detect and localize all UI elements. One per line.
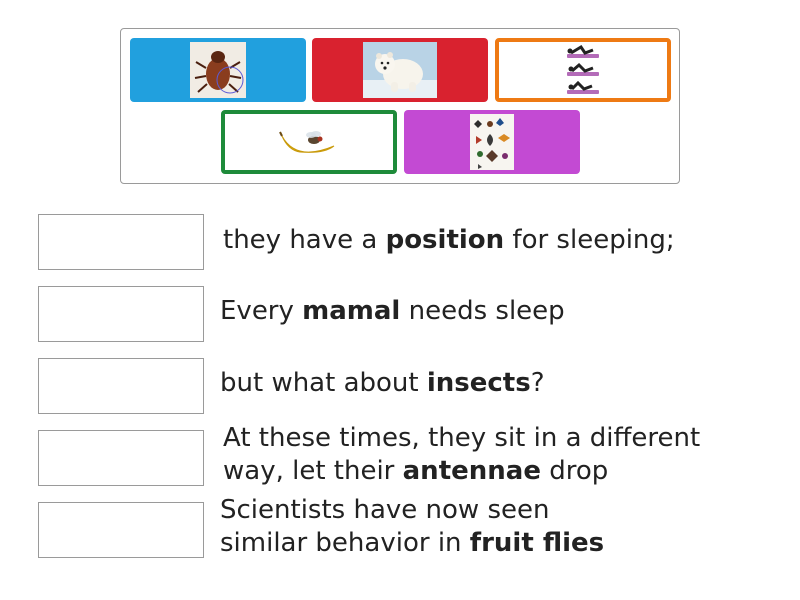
clue-text-4-keyword: antennae bbox=[402, 456, 541, 486]
clue-text-4-line1: At these times, they sit in a different bbox=[223, 423, 701, 453]
clue-text-1: they have a position for sleeping; bbox=[223, 224, 675, 257]
clue-text-3-before: but what about bbox=[220, 368, 427, 398]
sleeping-positions-photo-icon bbox=[563, 42, 603, 98]
clue-text-2-keyword: mamal bbox=[302, 296, 401, 326]
clue-text-4: At these times, they sit in a different … bbox=[223, 422, 700, 488]
tile-insect-collection[interactable] bbox=[404, 110, 580, 174]
clue-text-2-before: Every bbox=[220, 296, 303, 326]
drop-slot-5[interactable] bbox=[38, 502, 204, 558]
clue-text-4-line2: way, let their antennae drop bbox=[223, 455, 700, 488]
clue-text-5-keyword: fruit flies bbox=[469, 528, 605, 558]
clue-text-1-before: they have a bbox=[223, 225, 386, 255]
clue-text-2-after: needs sleep bbox=[400, 296, 565, 326]
clue-text-4-line2-before: way, let their bbox=[223, 456, 403, 486]
polar-bear-photo-icon bbox=[363, 42, 437, 98]
clue-text-4-line2-after: drop bbox=[540, 456, 609, 486]
clue-text-5: Scientists have now seen similar behavio… bbox=[220, 494, 604, 560]
fruit-fly-on-banana-photo-icon bbox=[279, 131, 335, 153]
clue-text-3-keyword: insects bbox=[426, 368, 531, 398]
beetle-photo-icon bbox=[190, 42, 246, 98]
tile-beetle[interactable] bbox=[130, 38, 306, 102]
drop-slot-2[interactable] bbox=[38, 286, 204, 342]
clue-text-5-line2-before: similar behavior in bbox=[220, 528, 470, 558]
drop-slot-3[interactable] bbox=[38, 358, 204, 414]
clue-text-3: but what about insects? bbox=[220, 367, 545, 400]
clue-text-5-line2: similar behavior in fruit flies bbox=[220, 527, 604, 560]
clue-text-5-line1: Scientists have now seen bbox=[220, 495, 550, 525]
clue-text-1-keyword: position bbox=[385, 225, 505, 255]
clue-text-3-after: ? bbox=[530, 368, 545, 398]
drop-slot-4[interactable] bbox=[38, 430, 204, 486]
drop-slot-1[interactable] bbox=[38, 214, 204, 270]
tile-fruit-fly-banana[interactable] bbox=[221, 110, 397, 174]
clue-text-2: Every mamal needs sleep bbox=[220, 295, 565, 328]
clue-text-1-after: for sleeping; bbox=[504, 225, 675, 255]
tile-polar-bear[interactable] bbox=[312, 38, 488, 102]
insect-collection-photo-icon bbox=[470, 114, 514, 170]
tile-sleeping-positions[interactable] bbox=[495, 38, 671, 102]
image-tile-tray bbox=[120, 28, 680, 184]
